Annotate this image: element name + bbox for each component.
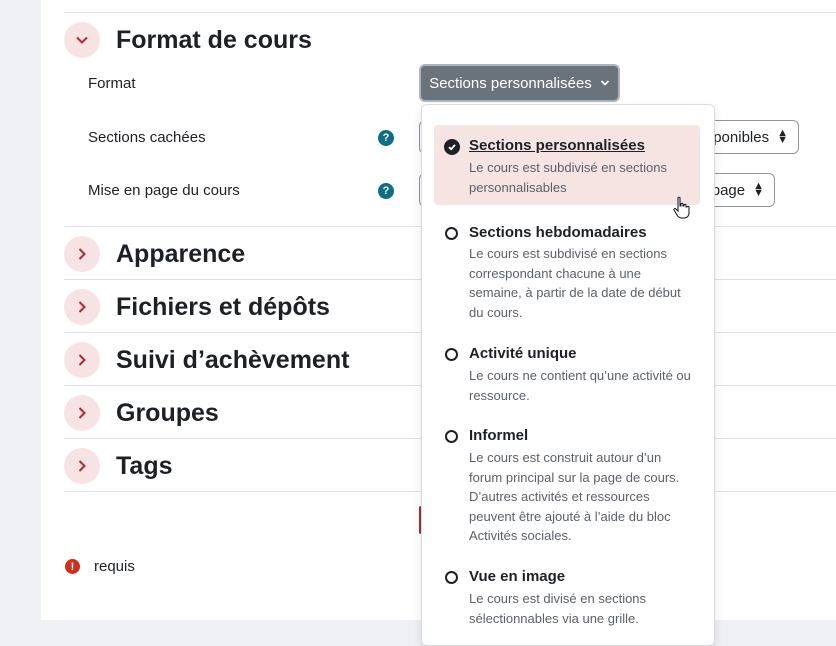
- option-description: Le cours est subdivisé en sections corre…: [469, 246, 681, 320]
- format-option-weekly-sections[interactable]: Sections hebdomadaires Le cours est subd…: [434, 210, 700, 322]
- radio-icon: [445, 430, 458, 443]
- option-name: Vue en image: [469, 568, 566, 585]
- option-description: Le cours est divisé en sections sélectio…: [469, 591, 647, 626]
- format-label: Format: [88, 75, 136, 92]
- option-name: Sections personnalisées: [469, 137, 645, 154]
- sort-arrows-icon: ▲ ▼: [777, 127, 788, 146]
- chevron-right-icon: [78, 354, 86, 366]
- chevron-right-icon: [78, 301, 86, 313]
- option-description: Le cours est construit autour d’un forum…: [469, 450, 680, 543]
- hidden-sections-value: ponibles: [713, 128, 770, 146]
- hand-pointer-cursor-icon: [673, 196, 690, 219]
- section-title-tags[interactable]: Tags: [116, 451, 173, 481]
- course-layout-value: page: [711, 181, 746, 199]
- help-icon[interactable]: ?: [378, 130, 394, 146]
- option-name: Sections hebdomadaires: [469, 224, 647, 241]
- chevron-down-icon: [600, 80, 609, 86]
- check-circle-icon: [444, 139, 460, 155]
- format-select-value: Sections personnalisées: [429, 74, 592, 92]
- divider: [64, 12, 836, 13]
- option-description: Le cours est subdivisé en sections perso…: [469, 160, 667, 195]
- format-dropdown-menu: Sections personnalisées Le cours est sub…: [421, 104, 715, 646]
- chevron-right-icon: [78, 460, 86, 472]
- sort-arrows-icon: ▲ ▼: [753, 180, 764, 199]
- section-title-format[interactable]: Format de cours: [116, 25, 312, 55]
- chevron-down-icon: [76, 36, 88, 44]
- option-description: Le cours ne contient qu’une activité ou …: [469, 368, 691, 403]
- required-icon: !: [65, 559, 80, 574]
- format-select-button[interactable]: Sections personnalisées: [419, 64, 620, 102]
- section-toggle-groups[interactable]: [64, 395, 100, 431]
- format-option-custom-sections[interactable]: Sections personnalisées Le cours est sub…: [434, 125, 700, 205]
- hidden-sections-label: Sections cachées: [88, 129, 206, 146]
- section-toggle-tags[interactable]: [64, 448, 100, 484]
- option-name: Activité unique: [469, 345, 577, 362]
- format-option-image-view[interactable]: Vue en image Le cours est divisé en sect…: [434, 554, 700, 626]
- section-title-files[interactable]: Fichiers et dépôts: [116, 292, 330, 322]
- section-toggle-appearance[interactable]: [64, 236, 100, 272]
- section-toggle-format[interactable]: [64, 22, 100, 58]
- help-icon[interactable]: ?: [378, 183, 394, 199]
- format-option-informal[interactable]: Informel Le cours est construit autour d…: [434, 413, 700, 543]
- section-title-completion[interactable]: Suivi d’achèvement: [116, 345, 349, 375]
- section-title-appearance[interactable]: Apparence: [116, 239, 245, 269]
- chevron-right-icon: [78, 248, 86, 260]
- radio-icon: [445, 227, 458, 240]
- radio-icon: [445, 348, 458, 361]
- section-toggle-files[interactable]: [64, 289, 100, 325]
- option-name: Informel: [469, 427, 529, 444]
- radio-icon: [445, 571, 458, 584]
- required-text: requis: [94, 558, 135, 575]
- section-toggle-completion[interactable]: [64, 342, 100, 378]
- course-layout-label: Mise en page du cours: [88, 182, 240, 199]
- format-option-single-activity[interactable]: Activité unique Le cours ne contient qu’…: [434, 331, 700, 403]
- chevron-right-icon: [78, 407, 86, 419]
- section-title-groups[interactable]: Groupes: [116, 398, 219, 428]
